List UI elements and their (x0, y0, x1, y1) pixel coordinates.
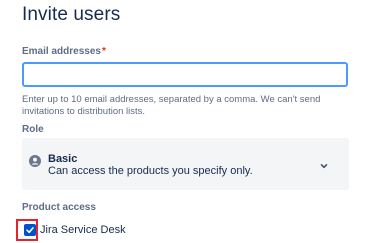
role-select[interactable]: Basic Can access the products you specif… (22, 138, 349, 190)
role-selected-name: Basic (48, 153, 78, 165)
chevron-down-icon[interactable] (319, 158, 329, 169)
role-selected-description: Can access the products you specify only… (48, 165, 253, 177)
required-marker: * (101, 46, 106, 57)
email-label: Email addresses* (22, 46, 106, 57)
email-input[interactable] (22, 62, 348, 87)
person-icon (29, 154, 41, 167)
page-title: Invite users (22, 4, 121, 25)
product-access-label: Product access (22, 202, 96, 213)
jira-service-desk-checkbox[interactable] (24, 224, 36, 236)
email-helper-text: Enter up to 10 email addresses, separate… (22, 94, 321, 117)
jira-service-desk-label[interactable]: Jira Service Desk (40, 224, 126, 236)
email-label-text: Email addresses (22, 46, 101, 57)
role-label: Role (22, 124, 44, 135)
